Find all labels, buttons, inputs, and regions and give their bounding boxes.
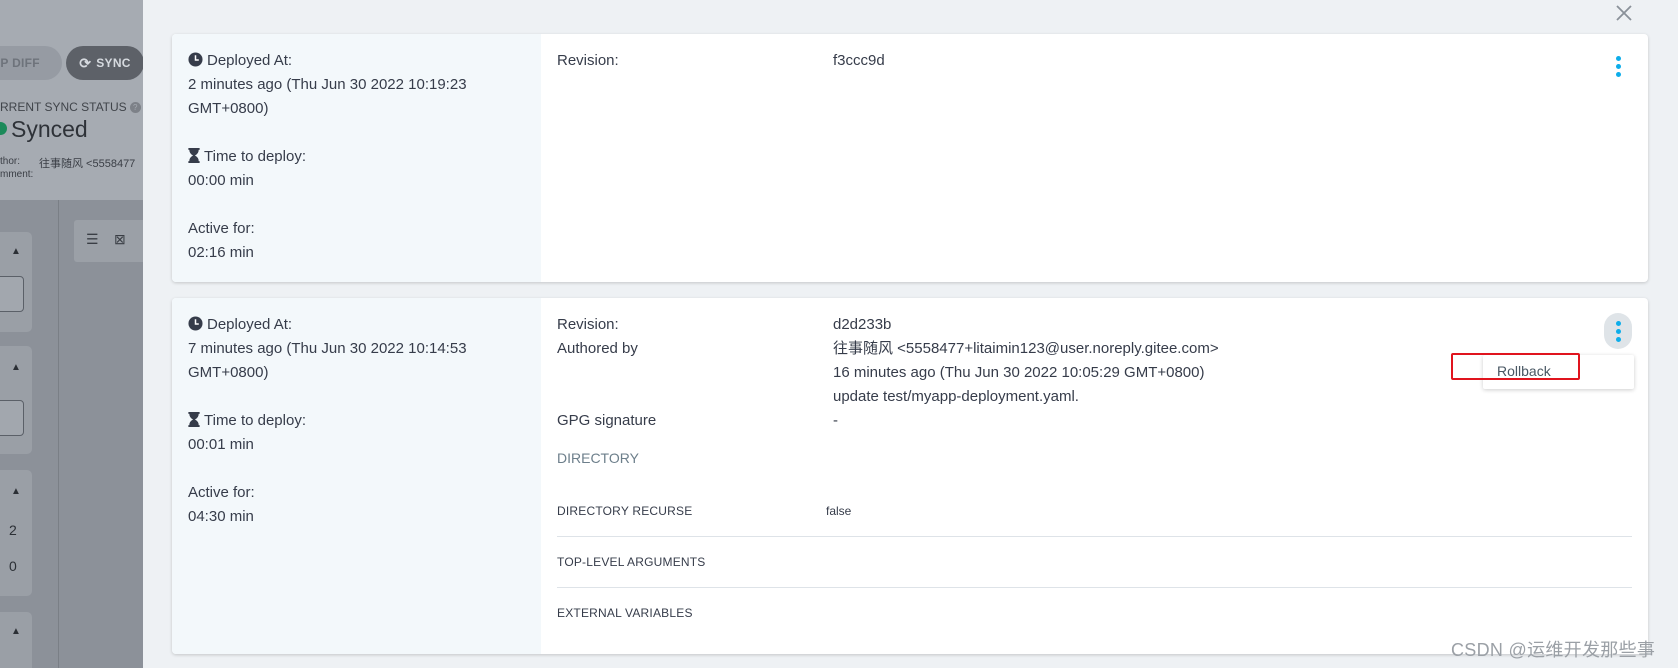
collapse-icon[interactable]: ▲ <box>11 246 21 257</box>
active-for-value: 02:16 min <box>188 244 254 261</box>
commit-message: update test/myapp-deployment.yaml. <box>833 388 1079 405</box>
divider <box>58 200 59 668</box>
deployment-card: Deployed At: 2 minutes ago (Thu Jun 30 2… <box>172 34 1648 282</box>
filter-panel: ▲ 2 0 <box>0 470 32 596</box>
deployment-card: Deployed At: 7 minutes ago (Thu Jun 30 2… <box>172 298 1648 654</box>
sync-button[interactable]: ⟳ SYNC <box>66 46 143 80</box>
directory-heading: DIRECTORY <box>557 450 639 466</box>
kebab-menu-icon <box>1615 320 1621 326</box>
clock-icon <box>188 315 203 339</box>
filter-input[interactable] <box>0 276 24 312</box>
directory-recurse-value: false <box>826 504 852 518</box>
sync-status-value: Synced <box>11 116 88 142</box>
active-for-label: Active for: <box>188 484 255 501</box>
count-value: 0 <box>9 558 17 574</box>
time-to-deploy-label: Time to deploy: <box>188 145 306 171</box>
sync-status-heading: RRENT SYNC STATUS? <box>0 100 141 114</box>
hourglass-icon <box>188 147 200 171</box>
count-value: 2 <box>9 522 17 538</box>
deployed-at-label: Deployed At: <box>188 313 292 339</box>
app-diff-label: PP DIFF <box>0 56 40 70</box>
filter-panel: ▲ <box>0 232 32 332</box>
time-to-deploy-label: Time to deploy: <box>188 409 306 435</box>
external-variables-label: EXTERNAL VARIABLES <box>557 606 693 620</box>
kebab-menu-icon <box>1615 55 1621 61</box>
revision-label: Revision: <box>557 316 619 333</box>
sync-icon: ⟳ <box>79 54 92 71</box>
watermark: CSDN @运维开发那些事 <box>1451 640 1656 660</box>
view-toolbar: ☰ ⊠ <box>74 220 143 262</box>
deployed-at-value: GMT+0800) <box>188 100 269 117</box>
author-date-value: 16 minutes ago (Thu Jun 30 2022 10:05:29… <box>833 364 1205 381</box>
author-value: 往事随风 <5558477+litaimin123@user.noreply.g… <box>833 340 1219 357</box>
active-for-label: Active for: <box>188 220 255 237</box>
divider <box>557 536 1632 537</box>
deployment-summary: Deployed At: 7 minutes ago (Thu Jun 30 2… <box>172 298 541 654</box>
deployed-at-value: 2 minutes ago (Thu Jun 30 2022 10:19:23 <box>188 76 467 93</box>
close-icon[interactable] <box>1614 3 1634 23</box>
gpg-signature-value: - <box>833 412 838 429</box>
more-actions-button[interactable] <box>1604 48 1632 84</box>
active-for-value: 04:30 min <box>188 508 254 525</box>
revision-value: f3ccc9d <box>833 52 885 69</box>
filter-panel: ▲ <box>0 346 32 454</box>
sync-label: SYNC <box>96 56 131 70</box>
filter-panel: ▲ <box>0 612 32 668</box>
app-header: PP DIFF ⟳ SYNC RRENT SYNC STATUS? Synced… <box>0 0 143 200</box>
directory-recurse-label: DIRECTORY RECURSE <box>557 504 693 518</box>
deployed-at-value: GMT+0800) <box>188 364 269 381</box>
hourglass-icon <box>188 411 200 435</box>
deployed-at-label: Deployed At: <box>188 49 292 75</box>
collapse-icon[interactable]: ▲ <box>11 362 21 373</box>
gpg-signature-label: GPG signature <box>557 412 657 429</box>
collapse-icon[interactable]: ▲ <box>11 626 21 637</box>
collapse-icon[interactable]: ▲ <box>11 486 21 497</box>
divider <box>557 587 1632 588</box>
time-to-deploy-value: 00:00 min <box>188 172 254 189</box>
author-value: 往事随风 <5558477 <box>39 158 136 170</box>
revision-value: d2d233b <box>833 316 892 333</box>
deployed-at-value: 7 minutes ago (Thu Jun 30 2022 10:14:53 <box>188 340 467 357</box>
network-view-icon[interactable]: ⊠ <box>114 231 126 248</box>
time-to-deploy-value: 00:01 min <box>188 436 254 453</box>
list-view-icon[interactable]: ☰ <box>86 231 99 248</box>
authored-by-label: Authored by <box>557 340 638 357</box>
clock-icon <box>188 51 203 75</box>
deployment-summary: Deployed At: 2 minutes ago (Thu Jun 30 2… <box>172 34 541 282</box>
app-diff-button[interactable]: PP DIFF <box>0 46 62 80</box>
filter-input[interactable] <box>0 400 24 436</box>
synced-status-icon <box>0 122 7 135</box>
more-actions-button[interactable] <box>1604 313 1632 349</box>
revision-label: Revision: <box>557 52 619 69</box>
comment-label: mment: <box>0 169 34 180</box>
background-app: PP DIFF ⟳ SYNC RRENT SYNC STATUS? Synced… <box>0 0 143 668</box>
top-level-arguments-label: TOP-LEVEL ARGUMENTS <box>557 555 706 569</box>
author-label: thor: <box>0 156 21 167</box>
help-icon[interactable]: ? <box>129 102 141 114</box>
highlight-box <box>1451 353 1580 380</box>
